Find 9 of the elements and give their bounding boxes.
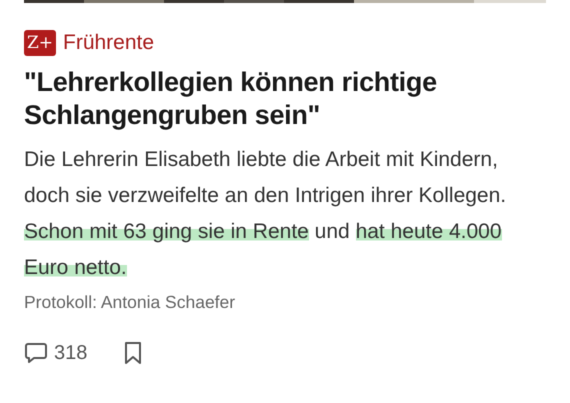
byline: Protokoll: Antonia Schaefer [24,292,236,313]
bookmark-icon [123,341,144,365]
comments-button[interactable]: 318 [24,341,88,365]
bookmark-button[interactable] [123,341,144,365]
article-headline[interactable]: "Lehrerkollegien können richtige Schlangengruben sein" [24,66,546,132]
plus-badge: Z+ [24,30,56,56]
comment-icon [24,341,48,365]
article-teaser: Die Lehrerin Elisabeth liebte die Arbeit mit Kindern, doch sie verzweifelte an den Intrigen ihrer Kollegen. Schon mit 63 ging sie in Rente und hat heute 4.000 Euro netto. [24,147,508,281]
topic-label: Frührente [63,31,154,55]
